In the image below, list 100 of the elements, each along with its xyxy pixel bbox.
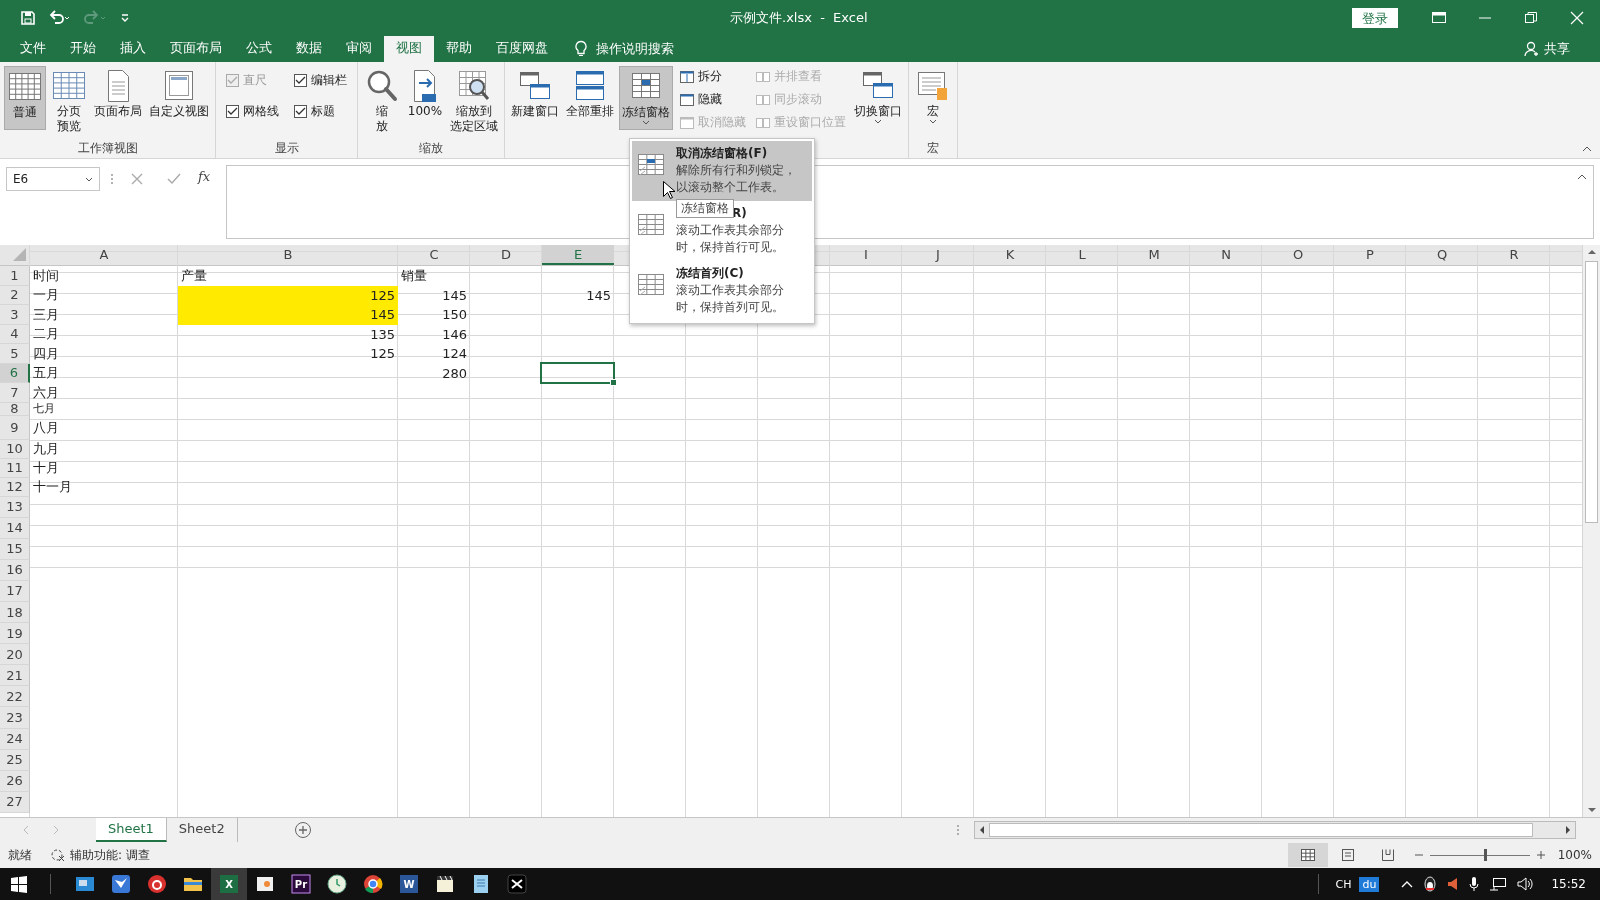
ribbon-button[interactable]: 新建窗口 (509, 66, 561, 130)
add-sheet-icon[interactable] (293, 821, 312, 839)
ribbon-button[interactable]: 缩 放 (362, 66, 402, 130)
bird-icon[interactable] (111, 874, 131, 894)
row-header[interactable]: 6 (0, 363, 30, 383)
table-cell-text: 产量 (180, 266, 208, 285)
row-header[interactable]: 15 (0, 538, 30, 560)
ribbon-button[interactable]: 宏 (913, 66, 953, 130)
column-header[interactable]: P (1334, 245, 1406, 265)
ribbon-tab[interactable]: 开始 (58, 36, 108, 62)
scissors-icon[interactable] (507, 874, 527, 894)
checkbox[interactable] (226, 105, 239, 118)
normal-view-icon[interactable] (1299, 848, 1316, 862)
column-header[interactable]: N (1190, 245, 1262, 265)
checkbox-label: 编辑栏 (311, 72, 347, 89)
ribbon-button[interactable]: 隐藏 (676, 89, 749, 110)
clock-time[interactable]: 15:52 (1551, 877, 1586, 891)
clock-icon[interactable] (327, 874, 347, 894)
ribbon-tab[interactable]: 百度网盘 (484, 36, 560, 62)
column-header[interactable]: D (470, 245, 542, 265)
row-header[interactable]: 20 (0, 644, 30, 666)
browser-icon[interactable] (363, 874, 383, 894)
share-button[interactable]: 共享 (1544, 40, 1570, 58)
ribbon-tab[interactable]: 插入 (108, 36, 158, 62)
ribbon-button[interactable]: 页面布局 (92, 66, 144, 130)
ribbon-button[interactable]: 切换窗口 (852, 66, 904, 130)
column-header[interactable]: O (1262, 245, 1334, 265)
ribbon-tab[interactable]: 页面布局 (158, 36, 234, 62)
insert-function-button[interactable]: fx (198, 169, 211, 184)
ribbon-button[interactable]: 拆分 (676, 66, 749, 87)
column-header[interactable]: E (542, 245, 614, 265)
ribbon-tab[interactable]: 数据 (284, 36, 334, 62)
ribbon-button[interactable]: 全部重排 (564, 66, 616, 130)
music-icon[interactable] (147, 874, 167, 894)
sign-in-button[interactable]: 登录 (1352, 8, 1398, 28)
column-header[interactable]: A (30, 245, 178, 265)
customize-icon (120, 12, 130, 24)
row-header[interactable]: 1 (0, 266, 30, 286)
column-header[interactable]: I (830, 245, 902, 265)
tray-badge[interactable]: du (1359, 876, 1380, 892)
spreadsheet-app-icon[interactable] (219, 874, 239, 894)
column-header[interactable]: M (1118, 245, 1190, 265)
checkbox[interactable] (294, 74, 307, 87)
column-header[interactable]: J (902, 245, 974, 265)
row-header[interactable]: 18 (0, 601, 30, 624)
row-header[interactable]: 27 (0, 791, 30, 813)
vertical-scrollbar[interactable] (1582, 245, 1600, 817)
row-header[interactable]: 9 (0, 415, 30, 440)
ribbon-tab[interactable]: 帮助 (434, 36, 484, 62)
ribbon-button[interactable]: 分页 预览 (49, 66, 89, 130)
ribbon-button[interactable]: 冻结窗格 (619, 66, 673, 130)
ribbon-button[interactable]: 普通 (4, 66, 46, 130)
column-header[interactable]: K (974, 245, 1046, 265)
row-header[interactable]: 25 (0, 749, 30, 771)
row-header[interactable]: 16 (0, 559, 30, 581)
table-cell-text: 六月 (32, 383, 60, 402)
menu-item-title[interactable]: 取消冻结窗格(F) (676, 145, 796, 162)
name-box[interactable]: E6 (6, 167, 100, 191)
row-header[interactable]: 7 (0, 383, 30, 403)
row-header[interactable]: 13 (0, 496, 30, 518)
column-header[interactable]: C (398, 245, 470, 265)
clapperboard-icon[interactable] (435, 874, 455, 894)
row-header[interactable]: 14 (0, 517, 30, 539)
column-header[interactable]: R (1478, 245, 1550, 265)
row-header[interactable]: 19 (0, 623, 30, 645)
row-header[interactable]: 3 (0, 305, 30, 325)
menu-item-title[interactable]: 冻结首列(C) (676, 265, 784, 282)
row-header[interactable]: 17 (0, 580, 30, 602)
chevron-up-icon (1401, 880, 1414, 888)
ribbon-button[interactable]: 100% (405, 66, 445, 130)
menu-item-highlight[interactable]: 取消冻结窗格(F) 解除所有行和列锁定， 以滚动整个工作表。 (632, 141, 812, 201)
ribbon-button[interactable]: 自定义视图 (147, 66, 211, 130)
row-header[interactable]: 26 (0, 770, 30, 792)
notepad-icon[interactable] (471, 874, 491, 894)
row-header[interactable]: 23 (0, 707, 30, 729)
photo-app-icon[interactable] (255, 874, 275, 894)
input-method-indicator[interactable]: CH (1335, 877, 1352, 891)
dropdown-icon (85, 176, 93, 182)
accessibility-status[interactable]: 辅助功能: 调查 (70, 846, 150, 864)
row-header[interactable]: 24 (0, 728, 30, 750)
row-header[interactable]: 5 (0, 344, 30, 364)
horizontal-scrollbar[interactable] (974, 821, 1576, 839)
row-header[interactable]: 22 (0, 686, 30, 708)
ribbon-tab[interactable]: 审阅 (334, 36, 384, 62)
ribbon-tab[interactable]: 文件 (8, 36, 58, 62)
row-header[interactable]: 2 (0, 285, 30, 305)
checkbox[interactable] (294, 105, 307, 118)
sheet-tab[interactable]: Sheet1 (96, 818, 167, 842)
ribbon-tab[interactable]: 视图 (384, 36, 434, 62)
column-header[interactable]: B (178, 245, 398, 265)
ribbon-tab[interactable]: 公式 (234, 36, 284, 62)
column-header[interactable]: L (1046, 245, 1118, 265)
row-header[interactable]: 21 (0, 665, 30, 687)
search-field[interactable]: 操作说明搜索 (596, 40, 674, 58)
zoom-level[interactable]: 100% (1557, 848, 1592, 862)
column-header[interactable]: Q (1406, 245, 1478, 265)
row-header[interactable]: 4 (0, 324, 30, 344)
mail-icon[interactable] (75, 874, 95, 894)
ribbon-button[interactable]: 缩放到 选定区域 (448, 66, 500, 130)
slider-thumb[interactable] (1483, 849, 1487, 861)
